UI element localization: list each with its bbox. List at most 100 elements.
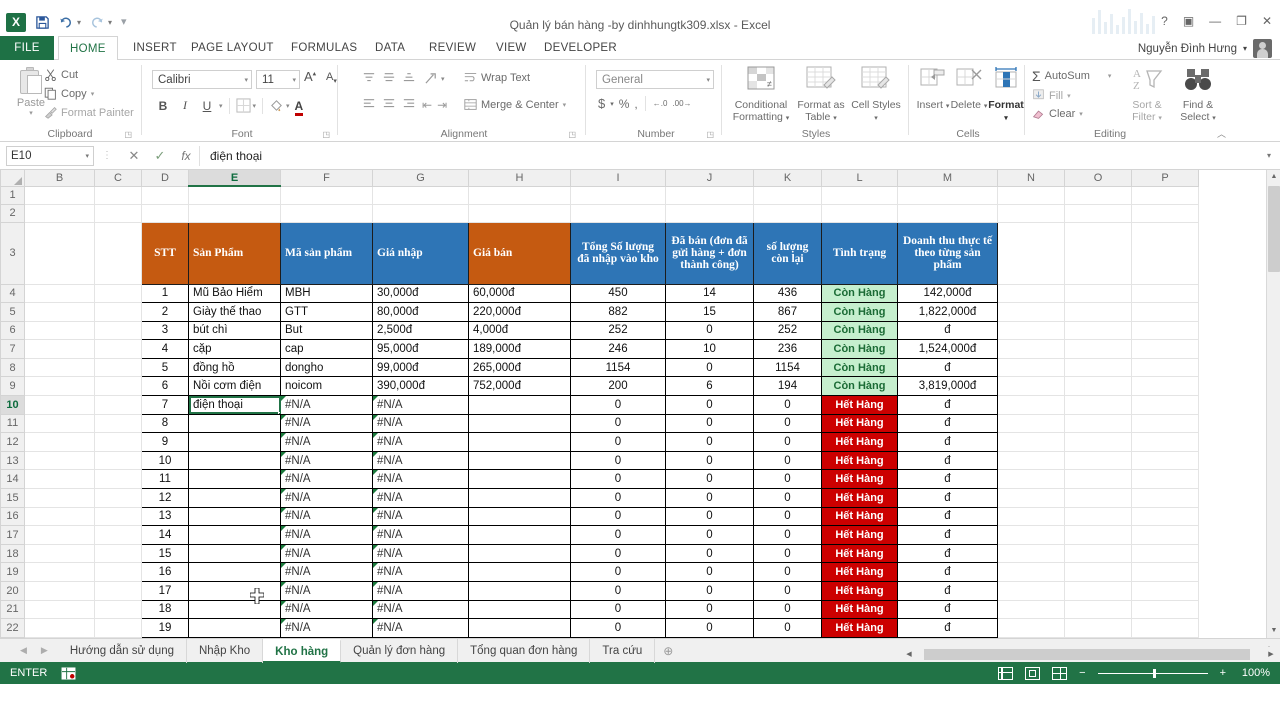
conditional-formatting-button[interactable]: ≠ Conditional Formatting ▾ xyxy=(730,65,792,125)
cell-gia-ban[interactable]: 752,000đ xyxy=(468,376,571,397)
empty-cell[interactable] xyxy=(94,395,142,415)
cell-doanh-thu[interactable]: đ xyxy=(897,413,998,434)
empty-cell[interactable] xyxy=(665,185,754,205)
cell-da-ban[interactable]: 14 xyxy=(665,283,754,304)
format-cells-caret-icon[interactable]: ▾ xyxy=(1004,115,1008,122)
row-header-5[interactable]: 5 xyxy=(0,302,25,322)
row-header-8[interactable]: 8 xyxy=(0,357,25,378)
cell-doanh-thu[interactable]: đ xyxy=(897,543,998,564)
empty-cell[interactable] xyxy=(188,203,281,223)
clear-caret-icon[interactable]: ▾ xyxy=(1079,110,1083,118)
empty-cell[interactable] xyxy=(1064,185,1132,205)
cell-stt[interactable]: 12 xyxy=(141,488,189,508)
cell-da-ban[interactable]: 15 xyxy=(665,302,754,322)
macro-record-icon[interactable] xyxy=(61,666,76,680)
tab-home[interactable]: HOME xyxy=(58,36,118,61)
empty-cell[interactable] xyxy=(94,221,142,285)
cell-gia-nhap[interactable]: 99,000đ xyxy=(372,357,469,378)
cell-tong-so-luong[interactable]: 450 xyxy=(570,283,666,304)
align-middle-icon[interactable] xyxy=(382,72,396,84)
empty-cell[interactable] xyxy=(372,185,469,205)
cell-so-luong-con-lai[interactable]: 0 xyxy=(753,506,822,527)
cell-so-luong-con-lai[interactable]: 1154 xyxy=(753,357,822,378)
cell-da-ban[interactable]: 0 xyxy=(665,488,754,508)
column-header-l[interactable]: L xyxy=(821,170,898,187)
accounting-format-button[interactable]: $ xyxy=(598,96,605,111)
font-color-button[interactable]: A xyxy=(294,99,304,116)
cell-gia-nhap[interactable]: #N/A xyxy=(372,432,469,452)
cell-gia-ban[interactable]: 4,000đ xyxy=(468,320,571,341)
cell-gia-nhap[interactable]: #N/A xyxy=(372,581,469,601)
font-name-caret-icon[interactable]: ▾ xyxy=(244,76,248,84)
cell-tinh-trang[interactable]: Còn Hàng xyxy=(821,302,898,322)
scroll-right-arrow-icon[interactable]: ▶ xyxy=(1264,648,1278,662)
cell-so-luong-con-lai[interactable]: 0 xyxy=(753,599,822,620)
empty-cell[interactable] xyxy=(1064,581,1132,601)
cell-gia-ban[interactable]: 189,000đ xyxy=(468,339,571,359)
tab-review[interactable]: REVIEW xyxy=(418,36,487,60)
cell-gia-ban[interactable] xyxy=(468,395,571,415)
cell-san-pham[interactable] xyxy=(188,432,281,452)
empty-cell[interactable] xyxy=(1064,283,1132,304)
cell-doanh-thu[interactable]: 1,822,000đ xyxy=(897,302,998,322)
column-header-k[interactable]: K xyxy=(753,170,822,187)
cell-so-luong-con-lai[interactable]: 0 xyxy=(753,432,822,452)
row-header-21[interactable]: 21 xyxy=(0,599,25,620)
empty-cell[interactable] xyxy=(94,450,142,471)
cell-tong-so-luong[interactable]: 0 xyxy=(570,525,666,545)
cell-tinh-trang[interactable]: Hết Hàng xyxy=(821,506,898,527)
cell-tong-so-luong[interactable]: 0 xyxy=(570,488,666,508)
cell-da-ban[interactable]: 0 xyxy=(665,395,754,415)
empty-cell[interactable] xyxy=(570,185,666,205)
cell-so-luong-con-lai[interactable]: 436 xyxy=(753,283,822,304)
cell-doanh-thu[interactable]: đ xyxy=(897,450,998,471)
cell-ma-san-pham[interactable]: #N/A xyxy=(280,488,373,508)
cell-da-ban[interactable]: 0 xyxy=(665,618,754,638)
cell-doanh-thu[interactable]: đ xyxy=(897,618,998,638)
cell-tinh-trang[interactable]: Hết Hàng xyxy=(821,562,898,582)
row-header-16[interactable]: 16 xyxy=(0,506,25,527)
empty-cell[interactable] xyxy=(94,543,142,564)
number-format-caret-icon[interactable]: ▾ xyxy=(706,76,710,84)
font-size-input[interactable]: 11 ▾ xyxy=(256,70,300,89)
cell-tong-so-luong[interactable]: 252 xyxy=(570,320,666,341)
empty-cell[interactable] xyxy=(821,203,898,223)
cell-doanh-thu[interactable]: đ xyxy=(897,469,998,490)
row-header-10[interactable]: 10 xyxy=(0,395,25,415)
cell-ma-san-pham[interactable]: MBH xyxy=(280,283,373,304)
empty-cell[interactable] xyxy=(94,488,142,508)
table-header-cell[interactable]: Mã sản phẩm xyxy=(280,221,373,285)
cell-san-pham[interactable] xyxy=(188,488,281,508)
table-header-cell[interactable]: Tổng Số lượng đã nhập vào kho xyxy=(570,221,666,285)
cell-so-luong-con-lai[interactable]: 0 xyxy=(753,618,822,638)
empty-cell[interactable] xyxy=(1131,339,1199,359)
formula-bar-grip[interactable]: ⋮ xyxy=(102,150,113,161)
scroll-up-arrow-icon[interactable]: ▲ xyxy=(1267,170,1280,184)
empty-cell[interactable] xyxy=(997,320,1065,341)
empty-cell[interactable] xyxy=(24,581,95,601)
cell-ma-san-pham[interactable]: #N/A xyxy=(280,581,373,601)
cell-san-pham[interactable] xyxy=(188,543,281,564)
cell-san-pham[interactable]: đồng hồ xyxy=(188,357,281,378)
cell-ma-san-pham[interactable]: cap xyxy=(280,339,373,359)
cell-da-ban[interactable]: 10 xyxy=(665,339,754,359)
cell-stt[interactable]: 19 xyxy=(141,618,189,638)
empty-cell[interactable] xyxy=(94,283,142,304)
collapse-ribbon-button[interactable]: ︿ xyxy=(1217,127,1226,140)
empty-cell[interactable] xyxy=(24,432,95,452)
empty-cell[interactable] xyxy=(997,376,1065,397)
empty-cell[interactable] xyxy=(141,185,189,205)
cell-gia-ban[interactable]: 265,000đ xyxy=(468,357,571,378)
cell-stt[interactable]: 7 xyxy=(141,395,189,415)
empty-cell[interactable] xyxy=(1131,450,1199,471)
empty-cell[interactable] xyxy=(1131,506,1199,527)
empty-cell[interactable] xyxy=(24,283,95,304)
empty-cell[interactable] xyxy=(24,450,95,471)
cell-ma-san-pham[interactable]: #N/A xyxy=(280,618,373,638)
cell-san-pham[interactable]: cặp xyxy=(188,339,281,359)
cell-san-pham[interactable]: bút chì xyxy=(188,320,281,341)
restore-button[interactable]: ❐ xyxy=(1236,15,1247,27)
cell-tong-so-luong[interactable]: 200 xyxy=(570,376,666,397)
empty-cell[interactable] xyxy=(1064,221,1132,285)
row-header-12[interactable]: 12 xyxy=(0,432,25,452)
